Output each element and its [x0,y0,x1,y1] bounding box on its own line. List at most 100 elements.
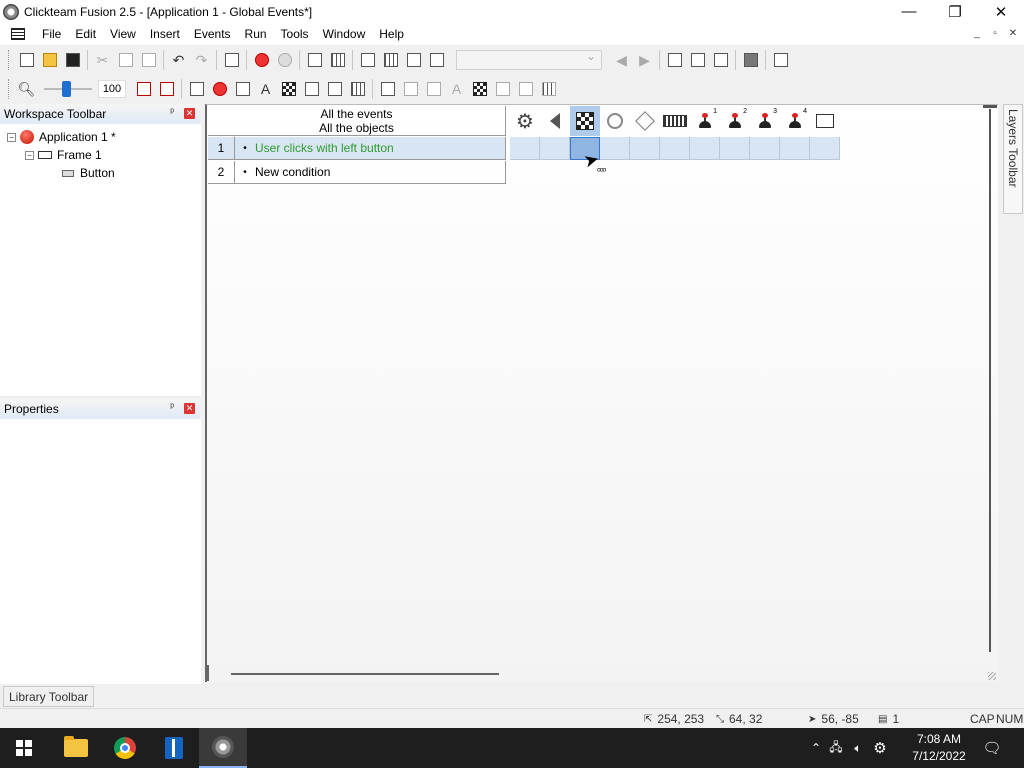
player-3-column[interactable]: 3 [750,106,780,136]
event-grid-cell[interactable] [630,137,660,160]
event-grid-cell[interactable] [780,137,810,160]
new-condition[interactable]: New condition [255,165,330,179]
sound-column[interactable] [540,106,570,136]
notification-icon[interactable]: 🗨︎ [980,728,1004,768]
cut-button[interactable]: ✂ [91,49,114,71]
menu-help[interactable]: Help [372,23,411,45]
player-2-column[interactable]: 2 [720,106,750,136]
copy-button[interactable] [114,49,137,71]
object-filter-11-button[interactable] [422,78,445,100]
start-button[interactable] [0,728,48,768]
list-view-button[interactable] [303,49,326,71]
event-grid-cell[interactable] [600,137,630,160]
tree-expander[interactable]: − [7,132,16,142]
previous-frame-button[interactable]: ◀ [610,49,633,71]
tree-expander[interactable]: − [25,150,34,160]
undo-button[interactable]: ↶ [167,49,190,71]
minimize-button[interactable]: — [886,0,932,23]
workspace-close-button[interactable]: ✕ [184,108,195,119]
storyboard-controls-column[interactable] [570,106,600,136]
help-button[interactable] [220,49,243,71]
menu-view[interactable]: View [103,23,143,45]
player-1-column[interactable]: 1 [690,106,720,136]
paste-button[interactable] [137,49,160,71]
settings-icon[interactable]: ⚙ [869,739,891,757]
data-elements-button[interactable] [425,49,448,71]
forward-button[interactable] [273,49,296,71]
menu-file[interactable]: File [35,23,68,45]
zoom-value[interactable]: 100 [98,80,126,98]
event-grid-cell[interactable] [510,137,540,160]
event-list-button[interactable] [402,49,425,71]
event-row[interactable]: 2 • New condition [208,161,506,184]
object-filter-8-button[interactable] [346,78,369,100]
taskbar-clock[interactable]: 7:08 AM 7/12/2022 [904,731,974,765]
mdi-close-button[interactable]: ✕ [1006,28,1020,40]
network-icon[interactable]: 🖧︎ [825,738,847,759]
event-editor-button[interactable] [379,49,402,71]
volume-icon[interactable]: 🔈︎ [847,741,869,756]
grid-view-button[interactable] [326,49,349,71]
new-button[interactable] [15,49,38,71]
mdi-minimize-button[interactable]: _ [970,28,984,40]
menu-tools[interactable]: Tools [274,23,316,45]
clickteam-taskbar-button[interactable] [199,728,247,768]
object-filter-12-button[interactable]: A [445,78,468,100]
system-menu-icon[interactable] [11,28,25,40]
object-filter-14-button[interactable] [491,78,514,100]
frame-editor-button[interactable] [356,49,379,71]
button-object-column[interactable] [810,106,840,136]
properties-close-button[interactable]: ✕ [184,403,195,414]
stop-run-button[interactable] [739,49,762,71]
menu-window[interactable]: Window [316,23,373,45]
next-frame-button[interactable]: ▶ [633,49,656,71]
object-filter-4-button[interactable]: A [254,78,277,100]
app-taskbar-button[interactable] [150,728,198,768]
menu-run[interactable]: Run [238,23,274,45]
object-filter-9-button[interactable] [376,78,399,100]
resize-grip[interactable] [988,672,996,680]
mouse-keyboard-column[interactable] [660,106,690,136]
stop-button[interactable] [250,49,273,71]
create-objects-column[interactable] [630,106,660,136]
event-grid-cell[interactable] [810,137,840,160]
redo-button[interactable]: ↷ [190,49,213,71]
object-filter-3-button[interactable] [231,78,254,100]
menu-edit[interactable]: Edit [68,23,103,45]
horizontal-scrollbar[interactable] [231,673,499,675]
mdi-restore-button[interactable]: ▫ [988,28,1002,40]
event-condition[interactable]: User clicks with left button [255,141,394,155]
restore-button[interactable]: ❐ [932,0,978,23]
zoom-slider[interactable] [44,79,92,99]
special-conditions-column[interactable]: ⚙ [510,106,540,136]
object-filter-16-button[interactable] [537,78,560,100]
event-grid-cell[interactable] [720,137,750,160]
tree-item-application[interactable]: − Application 1 * [7,128,116,146]
menu-insert[interactable]: Insert [143,23,187,45]
object-filter-6-button[interactable] [300,78,323,100]
pin-icon[interactable]: ᵖ [170,402,174,413]
object-filter-7-button[interactable] [323,78,346,100]
pin-icon[interactable]: ᵖ [170,107,174,118]
chrome-button[interactable] [101,728,149,768]
player-4-column[interactable]: 4 [780,106,810,136]
file-explorer-button[interactable] [52,728,100,768]
object-filter-5-button[interactable] [277,78,300,100]
zoom-slider-thumb[interactable] [62,81,71,97]
layers-toolbar-tab[interactable]: Layers Toolbar [1003,104,1023,214]
zoom-button[interactable]: 🔍︎ [15,78,38,100]
object-filter-10-button[interactable] [399,78,422,100]
vertical-scrollbar[interactable] [989,109,991,652]
toolbar-grip[interactable] [8,79,11,99]
run-project-button[interactable] [709,49,732,71]
event-grid-cell[interactable] [540,137,570,160]
object-filter-13-button[interactable] [468,78,491,100]
insert-comment-button[interactable] [155,78,178,100]
toolbar-grip[interactable] [8,50,11,70]
frame-selector[interactable] [456,49,602,70]
event-row[interactable]: 1 • User clicks with left button [208,137,506,160]
chevron-up-icon[interactable]: ⌃ [807,741,825,755]
event-grid-cell[interactable] [660,137,690,160]
run-frame-button[interactable] [663,49,686,71]
event-grid-cell[interactable] [750,137,780,160]
